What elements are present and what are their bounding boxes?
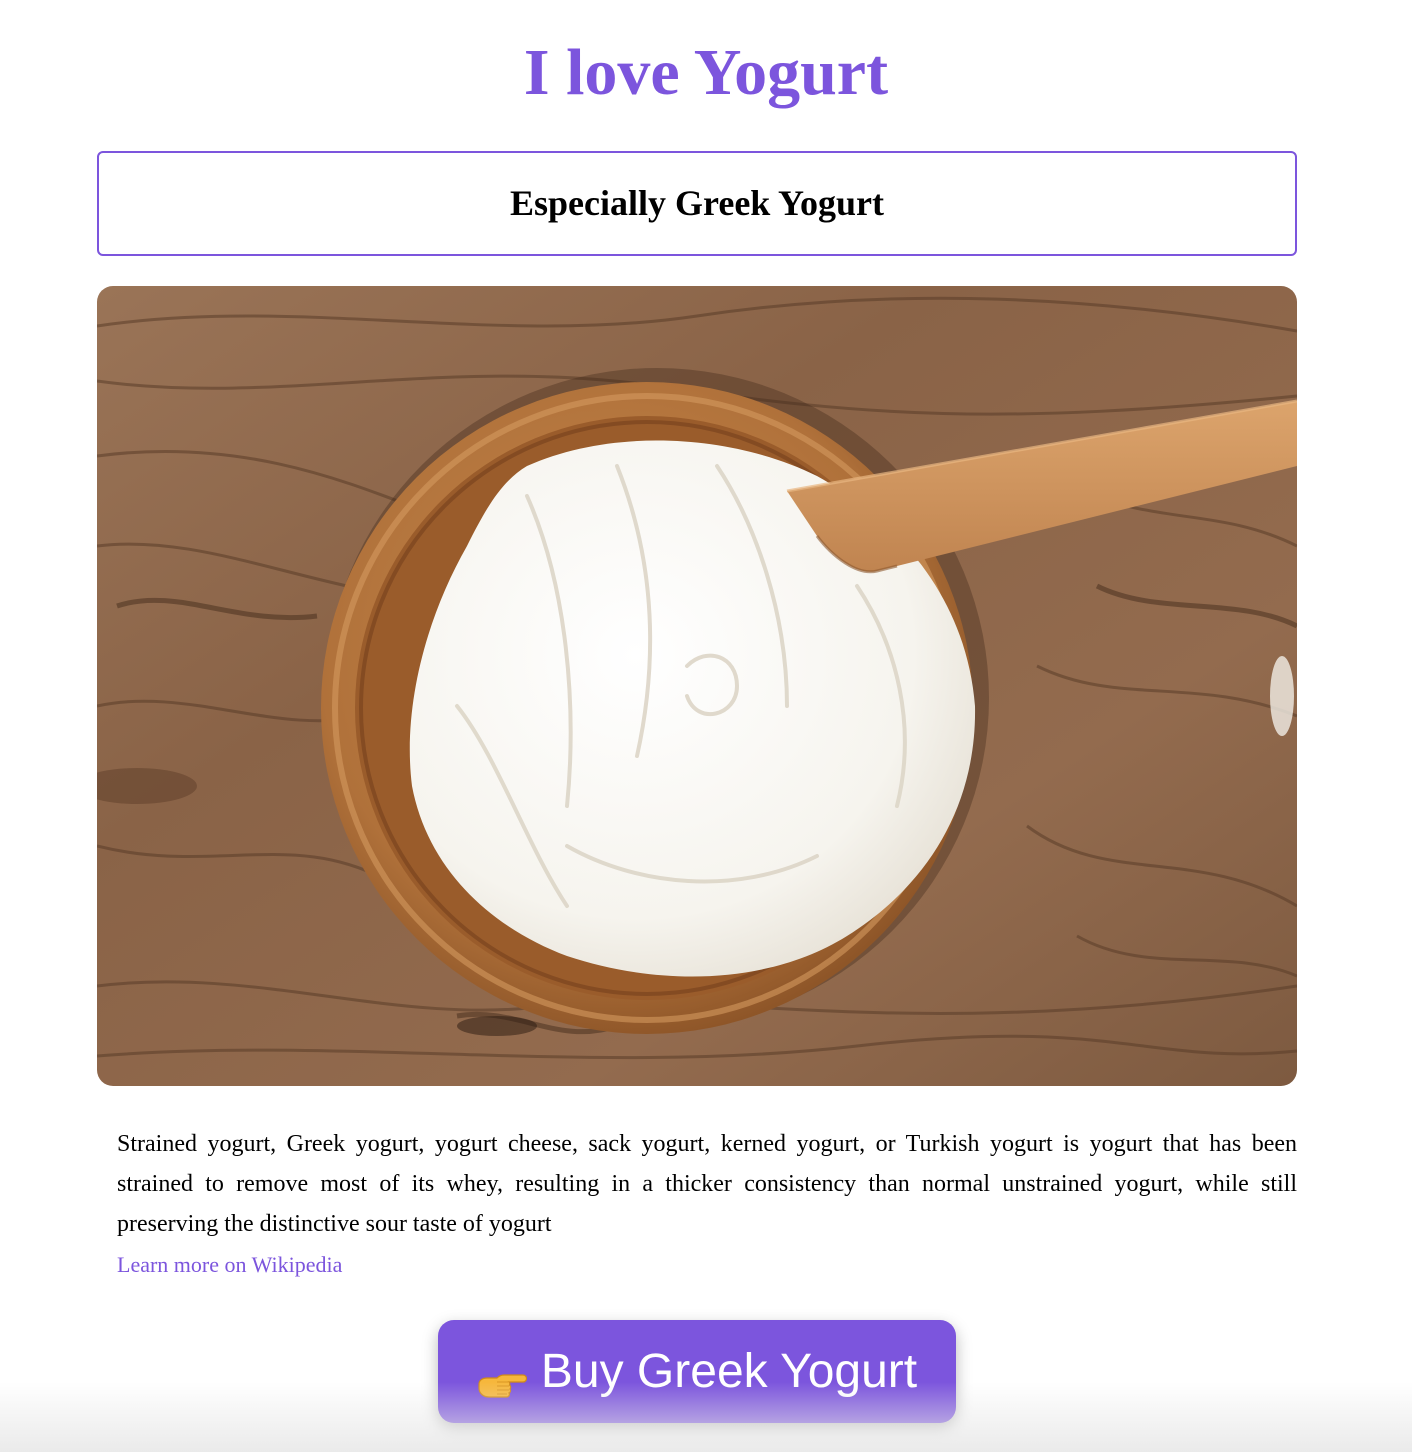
page-title: I love Yogurt bbox=[523, 36, 889, 109]
hero-image bbox=[97, 286, 1297, 1086]
subtitle-heading: Especially Greek Yogurt bbox=[510, 183, 884, 223]
wikipedia-link[interactable]: Learn more on Wikipedia bbox=[117, 1249, 342, 1281]
subtitle-card: Especially Greek Yogurt bbox=[97, 151, 1297, 256]
pointing-right-hand-icon bbox=[477, 1359, 527, 1398]
buy-greek-yogurt-button[interactable]: Buy Greek Yogurt bbox=[438, 1320, 956, 1423]
buy-button-label: Buy Greek Yogurt bbox=[540, 1345, 918, 1398]
description-paragraph: Strained yogurt, Greek yogurt, yogurt ch… bbox=[117, 1131, 1297, 1237]
